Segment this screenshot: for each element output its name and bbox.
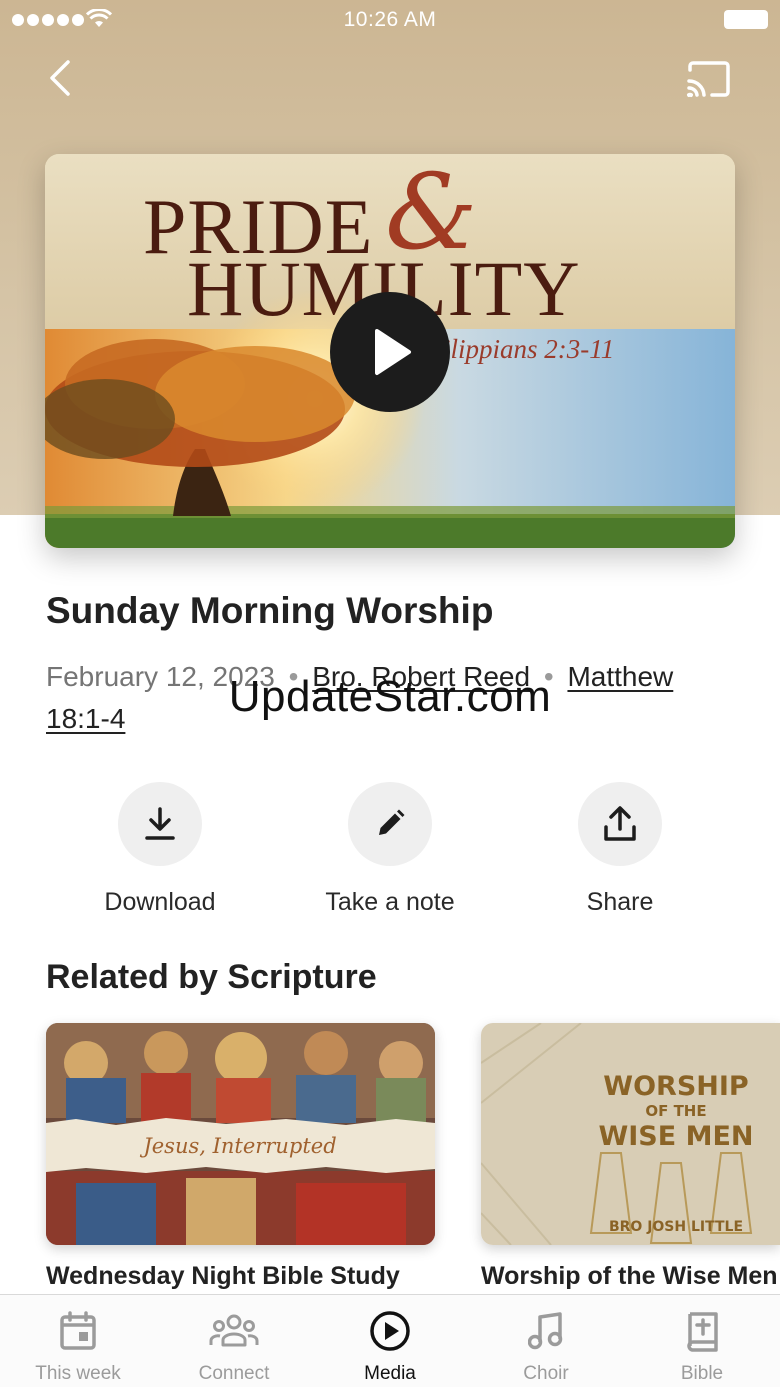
tab-bible-label: Bible [680, 1363, 724, 1384]
tab-connect-label: Connect [198, 1363, 270, 1384]
related-artwork-1-text: Jesus, Interrupted [139, 1134, 336, 1158]
watermark-text: UpdateStar.com [228, 672, 552, 721]
related-artwork-1: Jesus, Interrupted [46, 1023, 435, 1245]
tab-choir-label: Choir [523, 1363, 569, 1384]
tab-media-label: Media [364, 1363, 416, 1384]
calendar-icon [60, 1311, 96, 1350]
back-button[interactable] [42, 56, 82, 100]
cast-button[interactable] [684, 58, 732, 102]
related-artwork-2-subtext: BRO JOSH LITTLE [609, 1219, 743, 1235]
tab-media[interactable]: Media [312, 1309, 468, 1385]
play-icon [375, 329, 411, 375]
related-artwork-2: WORSHIP OF THE WISE MEN BRO JOSH LITTLE [481, 1023, 780, 1245]
svg-text:WISE MEN: WISE MEN [598, 1121, 753, 1152]
sermon-title: Sunday Morning Worship [46, 590, 494, 631]
take-note-label: Take a note [325, 888, 455, 916]
play-button[interactable] [330, 292, 450, 412]
svg-text:OF THE: OF THE [645, 1102, 706, 1120]
cast-icon [687, 61, 730, 97]
tab-choir[interactable]: Choir [468, 1309, 624, 1385]
related-card-wise-men[interactable]: WORSHIP OF THE WISE MEN BRO JOSH LITTLE [481, 1023, 780, 1245]
related-card-jesus-interrupted[interactable]: Jesus, Interrupted [46, 1023, 435, 1245]
share-button[interactable]: Share [520, 782, 720, 917]
download-icon [145, 807, 175, 840]
share-circle[interactable] [578, 782, 662, 866]
take-note-circle[interactable] [348, 782, 432, 866]
svg-text:WORSHIP: WORSHIP [603, 1071, 748, 1102]
tab-connect[interactable]: Connect [156, 1309, 312, 1385]
pencil-icon [379, 809, 405, 835]
related-title-1[interactable]: Wednesday Night Bible Study [46, 1262, 435, 1291]
bible-icon [687, 1312, 718, 1352]
tab-this-week-label: This week [35, 1363, 121, 1384]
battery-icon [724, 10, 768, 29]
related-heading: Related by Scripture [46, 958, 377, 996]
download-label: Download [104, 888, 216, 916]
status-time: 10:26 AM [343, 8, 437, 31]
share-label: Share [586, 888, 654, 916]
share-icon [604, 806, 636, 841]
chevron-left-icon [50, 60, 70, 96]
people-icon [209, 1314, 259, 1347]
related-title-2[interactable]: Worship of the Wise Men [481, 1262, 780, 1291]
status-bar: 10:26 AM [0, 0, 780, 40]
music-note-icon [528, 1312, 563, 1350]
download-button[interactable]: Download [60, 782, 260, 917]
tab-bar: This week Connect Media Choir Bible [0, 1294, 780, 1387]
play-circle-icon [370, 1311, 410, 1351]
take-note-button[interactable]: Take a note [290, 782, 490, 917]
download-circle[interactable] [118, 782, 202, 866]
tab-bible[interactable]: Bible [624, 1309, 780, 1385]
tab-this-week[interactable]: This week [0, 1309, 156, 1385]
